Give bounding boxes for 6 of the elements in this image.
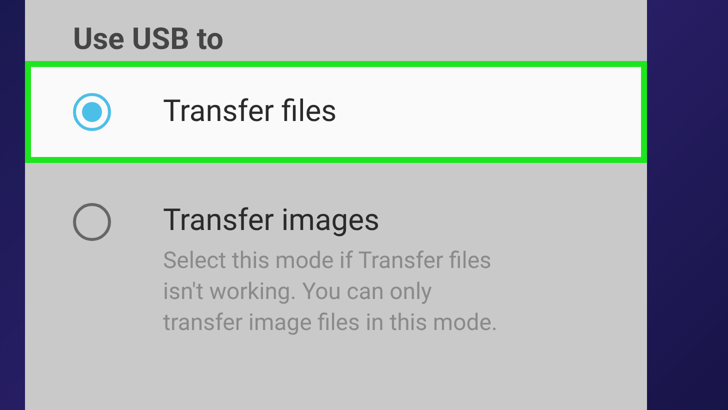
option-label: Transfer images bbox=[163, 203, 381, 239]
option-row[interactable]: Transfer files bbox=[25, 61, 647, 163]
option-label: Transfer files bbox=[163, 94, 337, 130]
option-description: Select this mode if Transfer files isn't working. You can only transfer image files in this mode. bbox=[163, 246, 498, 338]
option-row[interactable]: Transfer images Select this mode if Transfer files isn't working. You can only transfer image files in this mode. bbox=[25, 163, 647, 338]
dialog-title: Use USB to bbox=[72, 21, 224, 59]
